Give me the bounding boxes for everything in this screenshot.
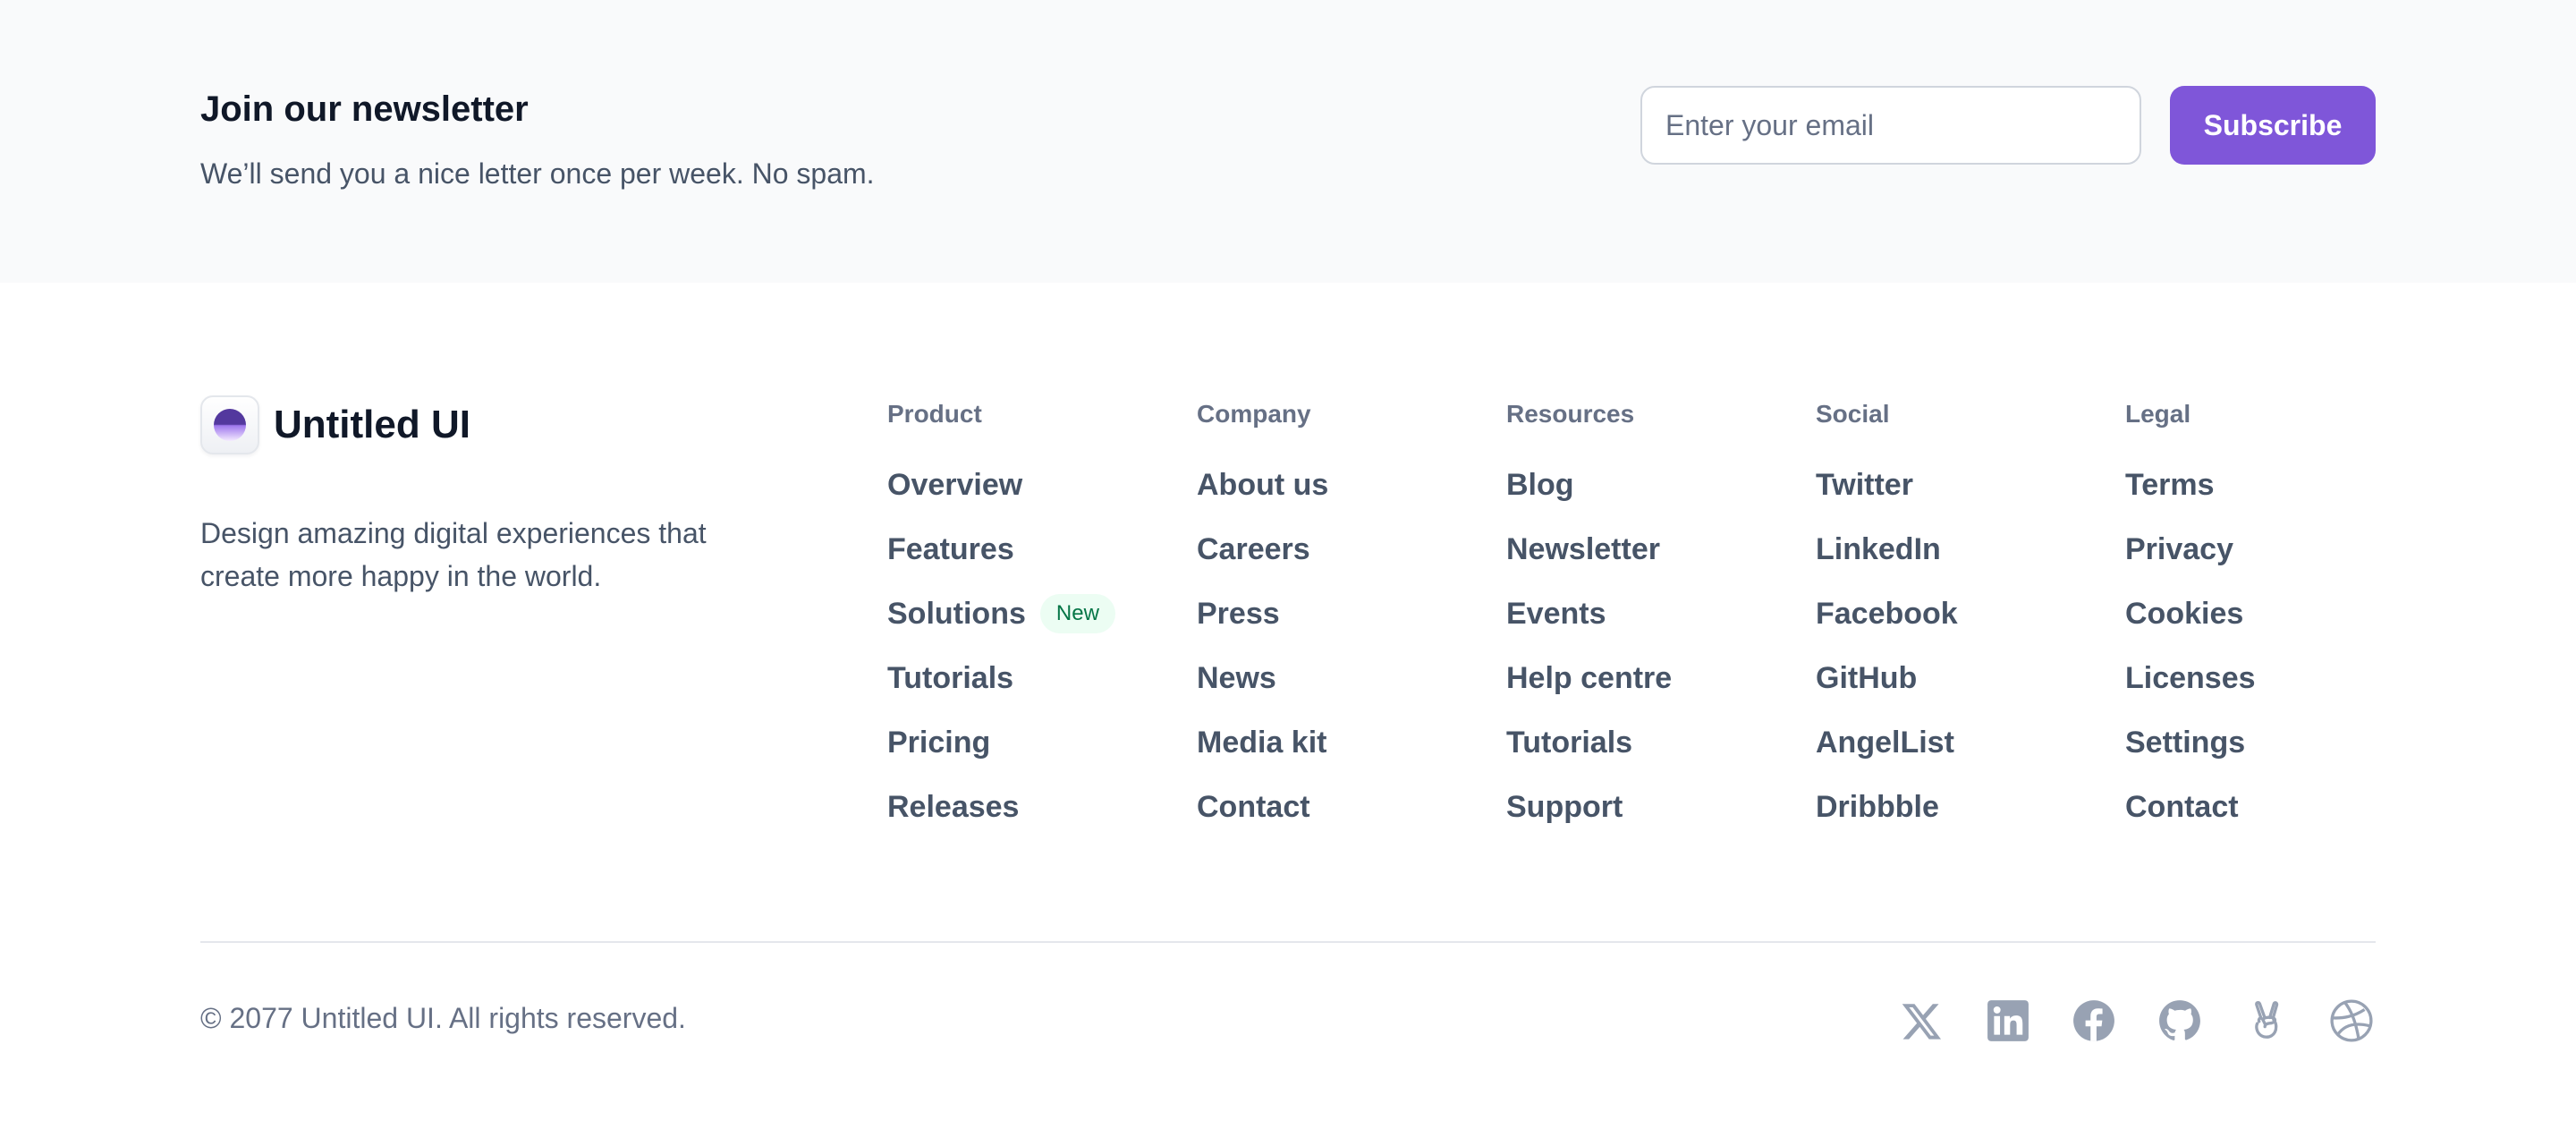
footer-link-label: Events [1506,596,1606,631]
footer-column-heading: Company [1197,400,1311,428]
new-badge: New [1039,594,1115,633]
footer-link[interactable]: Support [1506,775,1672,839]
footer-column-heading: Legal [2125,400,2191,428]
footer-divider [200,941,2376,943]
footer-link-label: AngelList [1816,725,1954,760]
facebook-icon[interactable] [2072,998,2116,1043]
footer-link-label: Privacy [2125,531,2233,566]
footer-link-label: Facebook [1816,596,1958,631]
footer-link[interactable]: Facebook [1816,581,1958,646]
footer-link-label: About us [1197,467,1329,502]
newsletter-subtitle: We’ll send you a nice letter once per we… [200,157,875,190]
footer-link[interactable]: Events [1506,581,1672,646]
footer-link-label: GitHub [1816,660,1918,695]
footer-link-label: News [1197,660,1276,695]
footer-link-list: Blog Newsletter Events Help centre Tutorials… [1506,453,1672,839]
footer-link[interactable]: Solutions New [887,581,1115,646]
footer-link-label: Releases [887,789,1020,824]
footer-link-label: Tutorials [1506,725,1633,760]
footer-column-product: Product Overview Features Solutions New Tutor… [887,397,1115,839]
footer-link-label: Newsletter [1506,531,1660,566]
footer-column-legal: Legal Terms Privacy Cookies Licenses Settings… [2125,397,2256,839]
footer-link-label: Press [1197,596,1280,631]
footer-link-label: Twitter [1816,467,1913,502]
footer-link-label: Overview [887,467,1023,502]
footer-link[interactable]: Settings [2125,710,2256,775]
footer-link[interactable]: Careers [1197,517,1328,581]
footer-link-label: Contact [2125,789,2239,824]
footer-link[interactable]: News [1197,646,1328,710]
social-icons [1900,998,2374,1043]
footer-link[interactable]: LinkedIn [1816,517,1958,581]
footer-link-label: Media kit [1197,725,1327,760]
footer-link-label: Dribbble [1816,789,1939,824]
footer-link[interactable]: GitHub [1816,646,1958,710]
linkedin-icon[interactable] [1986,998,2030,1043]
footer-column-heading: Resources [1506,400,1635,428]
footer-link[interactable]: Help centre [1506,646,1672,710]
footer-link-label: Solutions [887,596,1026,631]
footer-link[interactable]: Dribbble [1816,775,1958,839]
footer-link-label: Cookies [2125,596,2244,631]
footer-link-label: Features [887,531,1014,566]
footer-link[interactable]: AngelList [1816,710,1958,775]
footer-link[interactable]: Blog [1506,453,1672,517]
footer-link-label: LinkedIn [1816,531,1941,566]
footer-link[interactable]: Cookies [2125,581,2256,646]
brand-name: Untitled UI [274,403,470,446]
footer-link[interactable]: Terms [2125,453,2256,517]
footer-link-label: Terms [2125,467,2215,502]
footer-link-label: Careers [1197,531,1310,566]
footer-link-list: Overview Features Solutions New Tutorials Pri… [887,453,1115,839]
footer-link[interactable]: Contact [2125,775,2256,839]
footer-column-heading: Social [1816,400,1890,428]
footer-link[interactable]: Pricing [887,710,1115,775]
newsletter-section: Join our newsletter We’ll send you a nic… [0,0,2576,283]
footer-link-label: Tutorials [887,660,1014,695]
footer-link[interactable]: Contact [1197,775,1328,839]
footer-link-label: Pricing [887,725,991,760]
footer-link[interactable]: Features [887,517,1115,581]
brand-description: Design amazing digital experiences that … [200,517,707,592]
footer-link-label: Blog [1506,467,1574,502]
footer-link-list: About us Careers Press News Media kit Contact [1197,453,1328,839]
footer-link[interactable]: Tutorials [887,646,1115,710]
footer-link[interactable]: Media kit [1197,710,1328,775]
footer-link[interactable]: Press [1197,581,1328,646]
footer-link-label: Licenses [2125,660,2256,695]
footer-link-list: Terms Privacy Cookies Licenses Settings Conta… [2125,453,2256,839]
footer-column-company: Company About us Careers Press News Media kit… [1197,397,1328,839]
footer-link-label: Help centre [1506,660,1673,695]
logo-mark-icon [200,395,259,454]
footer-link-label: Contact [1197,789,1310,824]
footer-column-resources: Resources Blog Newsletter Events Help centre… [1506,397,1672,839]
footer-column-social: Social Twitter LinkedIn Facebook GitHub Angel… [1816,397,1958,839]
copyright-text: © 2077 Untitled UI. All rights reserved. [200,1002,686,1034]
footer-link[interactable]: Newsletter [1506,517,1672,581]
footer-link[interactable]: Privacy [2125,517,2256,581]
footer-link[interactable]: Licenses [2125,646,2256,710]
email-input[interactable] [1640,86,2141,165]
footer-link[interactable]: Twitter [1816,453,1958,517]
footer-link[interactable]: About us [1197,453,1328,517]
footer-link-label: Support [1506,789,1623,824]
brand-logo[interactable]: Untitled UI [200,395,470,454]
footer-link-label: Settings [2125,725,2246,760]
footer-link[interactable]: Releases [887,775,1115,839]
angellist-icon[interactable] [2243,998,2288,1043]
dribbble-icon[interactable] [2329,998,2374,1043]
footer-link[interactable]: Tutorials [1506,710,1672,775]
github-icon[interactable] [2157,998,2202,1043]
newsletter-title: Join our newsletter [200,89,529,129]
x-icon[interactable] [1900,998,1945,1043]
footer-column-heading: Product [887,400,982,428]
footer-link[interactable]: Overview [887,453,1115,517]
subscribe-button[interactable]: Subscribe [2170,86,2376,165]
footer-link-list: Twitter LinkedIn Facebook GitHub AngelList Dr… [1816,453,1958,839]
